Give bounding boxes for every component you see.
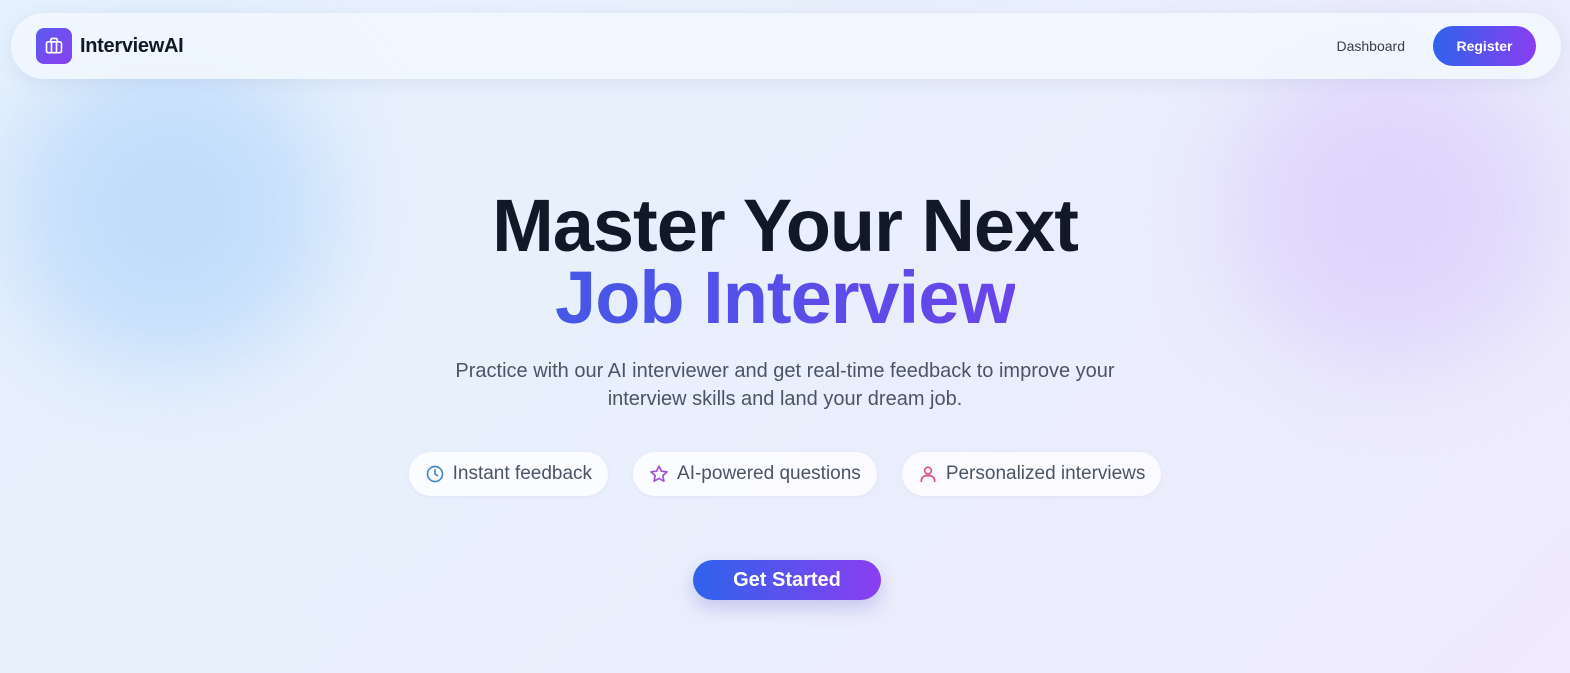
clock-icon: [425, 464, 445, 484]
navbar: InterviewAI Dashboard Register: [11, 13, 1561, 79]
feature-label: Instant feedback: [452, 463, 593, 484]
brand-name: InterviewAI: [80, 34, 184, 57]
user-icon: [918, 464, 938, 484]
feature-label: AI-powered questions: [677, 463, 861, 484]
feature-pill-instant-feedback: Instant feedback: [408, 452, 609, 496]
nav-link-dashboard[interactable]: Dashboard: [1337, 38, 1406, 54]
hero-headline-highlight-text: Job Interview: [555, 256, 1016, 339]
feature-label: Personalized interviews: [945, 463, 1146, 484]
hero-headline-highlight: Job Interview: [0, 256, 1570, 340]
star-icon: [649, 464, 669, 484]
get-started-button[interactable]: Get Started: [693, 560, 881, 600]
feature-pill-ai-questions: AI-powered questions: [633, 452, 877, 496]
feature-pill-personalized: Personalized interviews: [901, 452, 1162, 496]
nav-actions: Dashboard Register: [1337, 26, 1536, 66]
register-button[interactable]: Register: [1433, 26, 1536, 66]
hero-subtitle: Practice with our AI interviewer and get…: [455, 360, 1115, 410]
brand[interactable]: InterviewAI: [36, 28, 184, 64]
feature-pills: Instant feedback AI-powered questions Pe…: [0, 452, 1570, 496]
briefcase-icon: [36, 28, 72, 64]
